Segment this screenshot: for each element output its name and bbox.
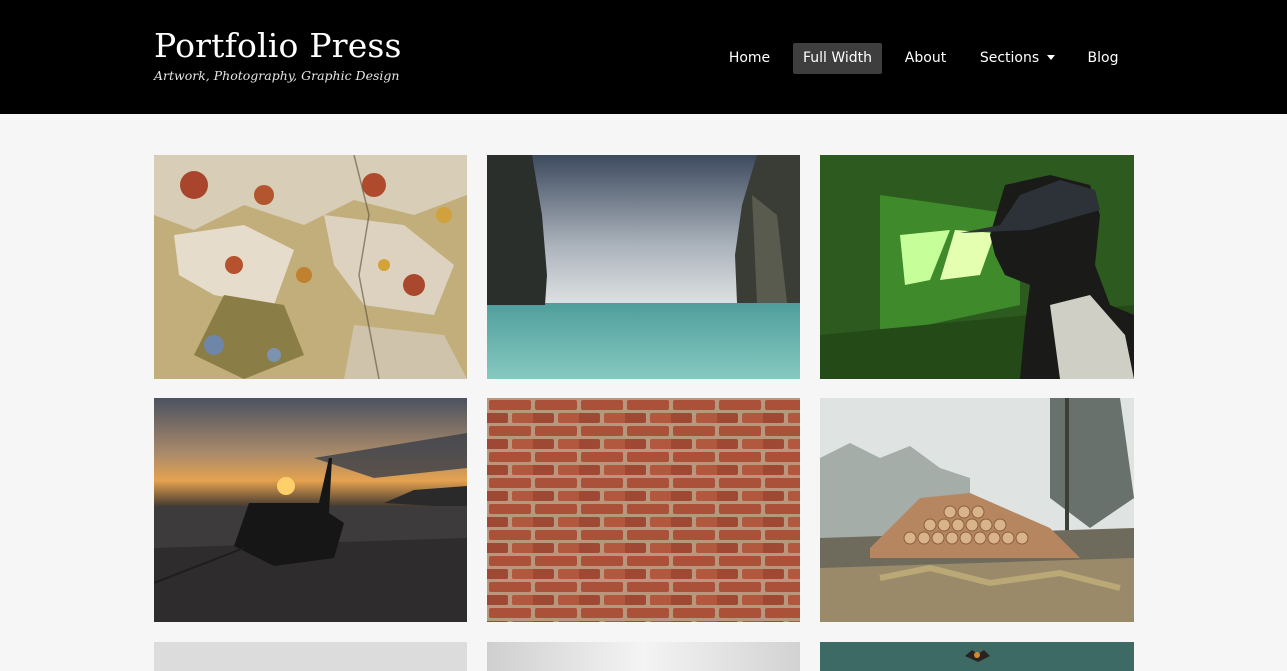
caret-down-icon (1047, 54, 1056, 60)
portfolio-tile-boat-sunset[interactable] (154, 398, 467, 622)
peeling-paint-image (154, 155, 467, 379)
portfolio-tile-peeling-paint[interactable] (154, 155, 467, 379)
portfolio-tile-teal-sky[interactable] (820, 642, 1134, 671)
site-title[interactable]: Portfolio Press (154, 24, 402, 68)
gray-image (154, 642, 467, 671)
sea-cliffs-image (487, 155, 800, 379)
nav-item-label: About (904, 50, 947, 66)
light-gradient-image (487, 642, 800, 671)
portfolio-tile-sea-cliffs[interactable] (487, 155, 800, 379)
nav-item-full-width[interactable]: Full Width (793, 43, 882, 74)
stacked-logs-image (820, 398, 1134, 622)
site-header: Portfolio Press Artwork, Photography, Gr… (0, 0, 1287, 114)
nav-item-label: Full Width (802, 50, 873, 66)
portfolio-tile-green-room[interactable] (820, 155, 1134, 379)
nav-item-label: Sections (979, 50, 1040, 66)
green-room-image (820, 155, 1134, 379)
nav-item-sections[interactable]: Sections (970, 43, 1065, 74)
site-tagline: Artwork, Photography, Graphic Design (154, 68, 400, 83)
nav-item-about[interactable]: About (893, 43, 958, 74)
teal-sky-image (820, 642, 1134, 671)
portfolio-tile-gray[interactable] (154, 642, 467, 671)
nav-item-label: Home (728, 50, 771, 66)
brick-wall-image (487, 398, 800, 622)
portfolio-tile-stacked-logs[interactable] (820, 398, 1134, 622)
boat-sunset-image (154, 398, 467, 622)
portfolio-tile-brick-wall[interactable] (487, 398, 800, 622)
portfolio-tile-light-gradient[interactable] (487, 642, 800, 671)
nav-item-blog[interactable]: Blog (1077, 43, 1129, 74)
nav-item-home[interactable]: Home (716, 43, 783, 74)
nav-item-label: Blog (1087, 50, 1119, 66)
